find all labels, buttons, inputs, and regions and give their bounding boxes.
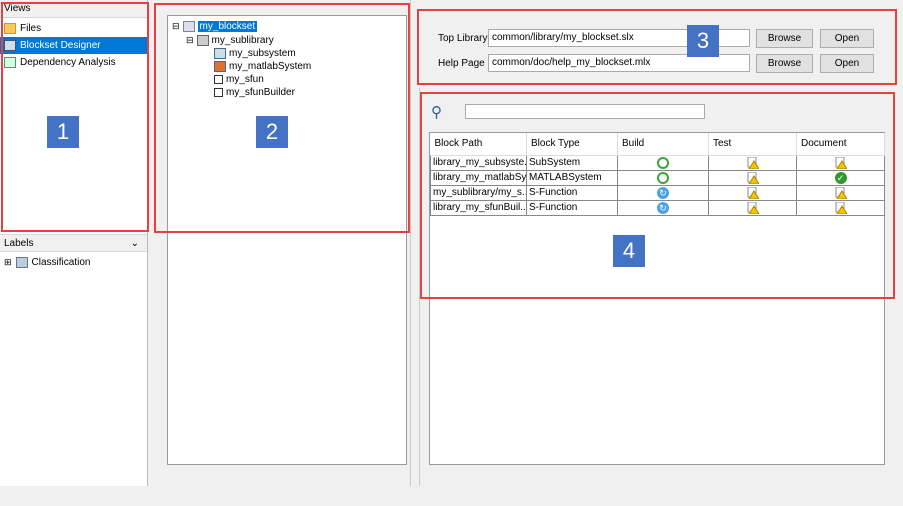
warning-doc-icon[interactable] bbox=[747, 156, 759, 169]
library-icon bbox=[182, 21, 195, 32]
block-path-cell: library_my_matlabSy... bbox=[430, 169, 527, 186]
search-input[interactable] bbox=[465, 104, 705, 119]
blockset-icon bbox=[4, 40, 16, 51]
views-panel: Views Files Blockset Designer Dependency… bbox=[0, 0, 148, 486]
column-header[interactable]: Block Type bbox=[526, 133, 618, 156]
build-cell: ↻ bbox=[617, 199, 709, 216]
test-cell bbox=[708, 169, 797, 186]
warning-doc-icon[interactable] bbox=[835, 201, 847, 214]
warning-doc-icon[interactable] bbox=[747, 201, 759, 214]
table-row[interactable]: library_my_subsyste... SubSystem bbox=[430, 154, 885, 171]
column-header[interactable]: Test bbox=[708, 133, 797, 156]
column-header[interactable]: Block Path bbox=[430, 133, 527, 156]
label-icon bbox=[15, 257, 28, 268]
tree-node-block[interactable]: my_sfunBuilder bbox=[214, 87, 295, 98]
document-cell bbox=[796, 154, 885, 171]
view-item-blockset-designer[interactable]: Blockset Designer bbox=[0, 37, 147, 54]
top-library-label: Top Library bbox=[438, 33, 488, 44]
test-cell bbox=[708, 199, 797, 216]
not-built-icon[interactable] bbox=[657, 171, 669, 184]
table-row[interactable]: library_my_sfunBuil... S-Function ↻ bbox=[430, 199, 885, 216]
tree-label: my_subsystem bbox=[229, 48, 296, 59]
block-type-cell: MATLABSystem bbox=[526, 169, 618, 186]
sfunction-icon bbox=[214, 75, 223, 84]
column-header[interactable]: Document bbox=[796, 133, 885, 156]
refresh-icon[interactable]: ↻ bbox=[657, 201, 669, 214]
labels-title: Labels bbox=[4, 238, 34, 249]
open-top-library-button[interactable]: Open bbox=[820, 29, 874, 48]
dependency-icon bbox=[4, 57, 16, 68]
tree-node-block[interactable]: my_subsystem bbox=[214, 48, 296, 59]
tree-label: my_sfun bbox=[226, 74, 264, 85]
warning-doc-icon[interactable] bbox=[747, 171, 759, 184]
open-help-page-button[interactable]: Open bbox=[820, 54, 874, 73]
annotation-badge: 4 bbox=[613, 235, 645, 267]
warning-doc-icon[interactable] bbox=[835, 156, 847, 169]
document-cell bbox=[796, 184, 885, 201]
blockset-tree[interactable]: ⊟ my_blockset ⊟ my_sublibrary my_subsystem… bbox=[167, 15, 407, 465]
tree-node-root[interactable]: ⊟ my_blockset bbox=[172, 21, 258, 32]
check-icon[interactable]: ✓ bbox=[834, 171, 847, 184]
test-cell bbox=[708, 184, 797, 201]
help-page-label: Help Page bbox=[438, 58, 485, 69]
subsystem-icon bbox=[214, 48, 226, 59]
block-path-cell: library_my_sfunBuil... bbox=[430, 199, 527, 216]
sublibrary-icon bbox=[196, 35, 209, 46]
browse-help-page-button[interactable]: Browse bbox=[756, 54, 813, 73]
not-built-icon[interactable] bbox=[657, 156, 669, 169]
label-text: Classification bbox=[31, 257, 91, 268]
tree-node-sublibrary[interactable]: ⊟ my_sublibrary bbox=[186, 35, 274, 46]
view-label: Files bbox=[20, 23, 42, 34]
tree-label: my_matlabSystem bbox=[229, 61, 312, 72]
build-cell bbox=[617, 154, 709, 171]
labels-header[interactable]: Labels ⌄ bbox=[0, 234, 147, 252]
tree-label: my_blockset bbox=[197, 21, 258, 32]
blocks-table: Block Path Block Type Build Test Documen… bbox=[429, 132, 885, 465]
view-item-dependency-analysis[interactable]: Dependency Analysis bbox=[0, 54, 147, 71]
block-type-cell: S-Function bbox=[526, 199, 618, 216]
tree-node-block[interactable]: my_sfun bbox=[214, 74, 264, 85]
block-type-cell: S-Function bbox=[526, 184, 618, 201]
refresh-icon[interactable]: ↻ bbox=[657, 186, 669, 199]
tree-label: my_sfunBuilder bbox=[226, 87, 295, 98]
matlab-system-icon bbox=[214, 61, 226, 72]
collapse-icon[interactable]: ⊟ bbox=[186, 35, 194, 46]
annotation-badge: 2 bbox=[256, 116, 288, 148]
warning-doc-icon[interactable] bbox=[835, 186, 847, 199]
column-header[interactable]: Build bbox=[617, 133, 709, 156]
tree-node-block[interactable]: my_matlabSystem bbox=[214, 61, 311, 72]
search-icon[interactable]: ⚲ bbox=[431, 103, 442, 121]
browse-top-library-button[interactable]: Browse bbox=[756, 29, 813, 48]
view-label: Blockset Designer bbox=[20, 40, 101, 51]
sfunction-icon bbox=[214, 88, 223, 97]
view-label: Dependency Analysis bbox=[20, 57, 116, 68]
collapse-icon[interactable]: ⊟ bbox=[172, 21, 180, 32]
expand-icon[interactable]: ⊞ bbox=[4, 254, 12, 271]
table-row[interactable]: my_sublibrary/my_s... S-Function ↻ bbox=[430, 184, 885, 201]
build-cell: ↻ bbox=[617, 184, 709, 201]
label-item-classification[interactable]: ⊞ Classification bbox=[0, 254, 90, 271]
warning-doc-icon[interactable] bbox=[747, 186, 759, 199]
document-cell bbox=[796, 199, 885, 216]
folder-icon bbox=[4, 23, 16, 34]
document-cell: ✓ bbox=[796, 169, 885, 186]
views-header: Views bbox=[0, 0, 147, 18]
view-item-files[interactable]: Files bbox=[0, 20, 147, 37]
annotation-badge: 3 bbox=[687, 25, 719, 57]
block-path-cell: my_sublibrary/my_s... bbox=[430, 184, 527, 201]
tree-label: my_sublibrary bbox=[211, 35, 274, 46]
build-cell bbox=[617, 169, 709, 186]
block-path-cell: library_my_subsyste... bbox=[430, 154, 527, 171]
annotation-badge: 1 bbox=[47, 116, 79, 148]
test-cell bbox=[708, 154, 797, 171]
table-row[interactable]: library_my_matlabSy... MATLABSystem ✓ bbox=[430, 169, 885, 186]
chevron-down-icon: ⌄ bbox=[130, 238, 139, 249]
block-type-cell: SubSystem bbox=[526, 154, 618, 171]
